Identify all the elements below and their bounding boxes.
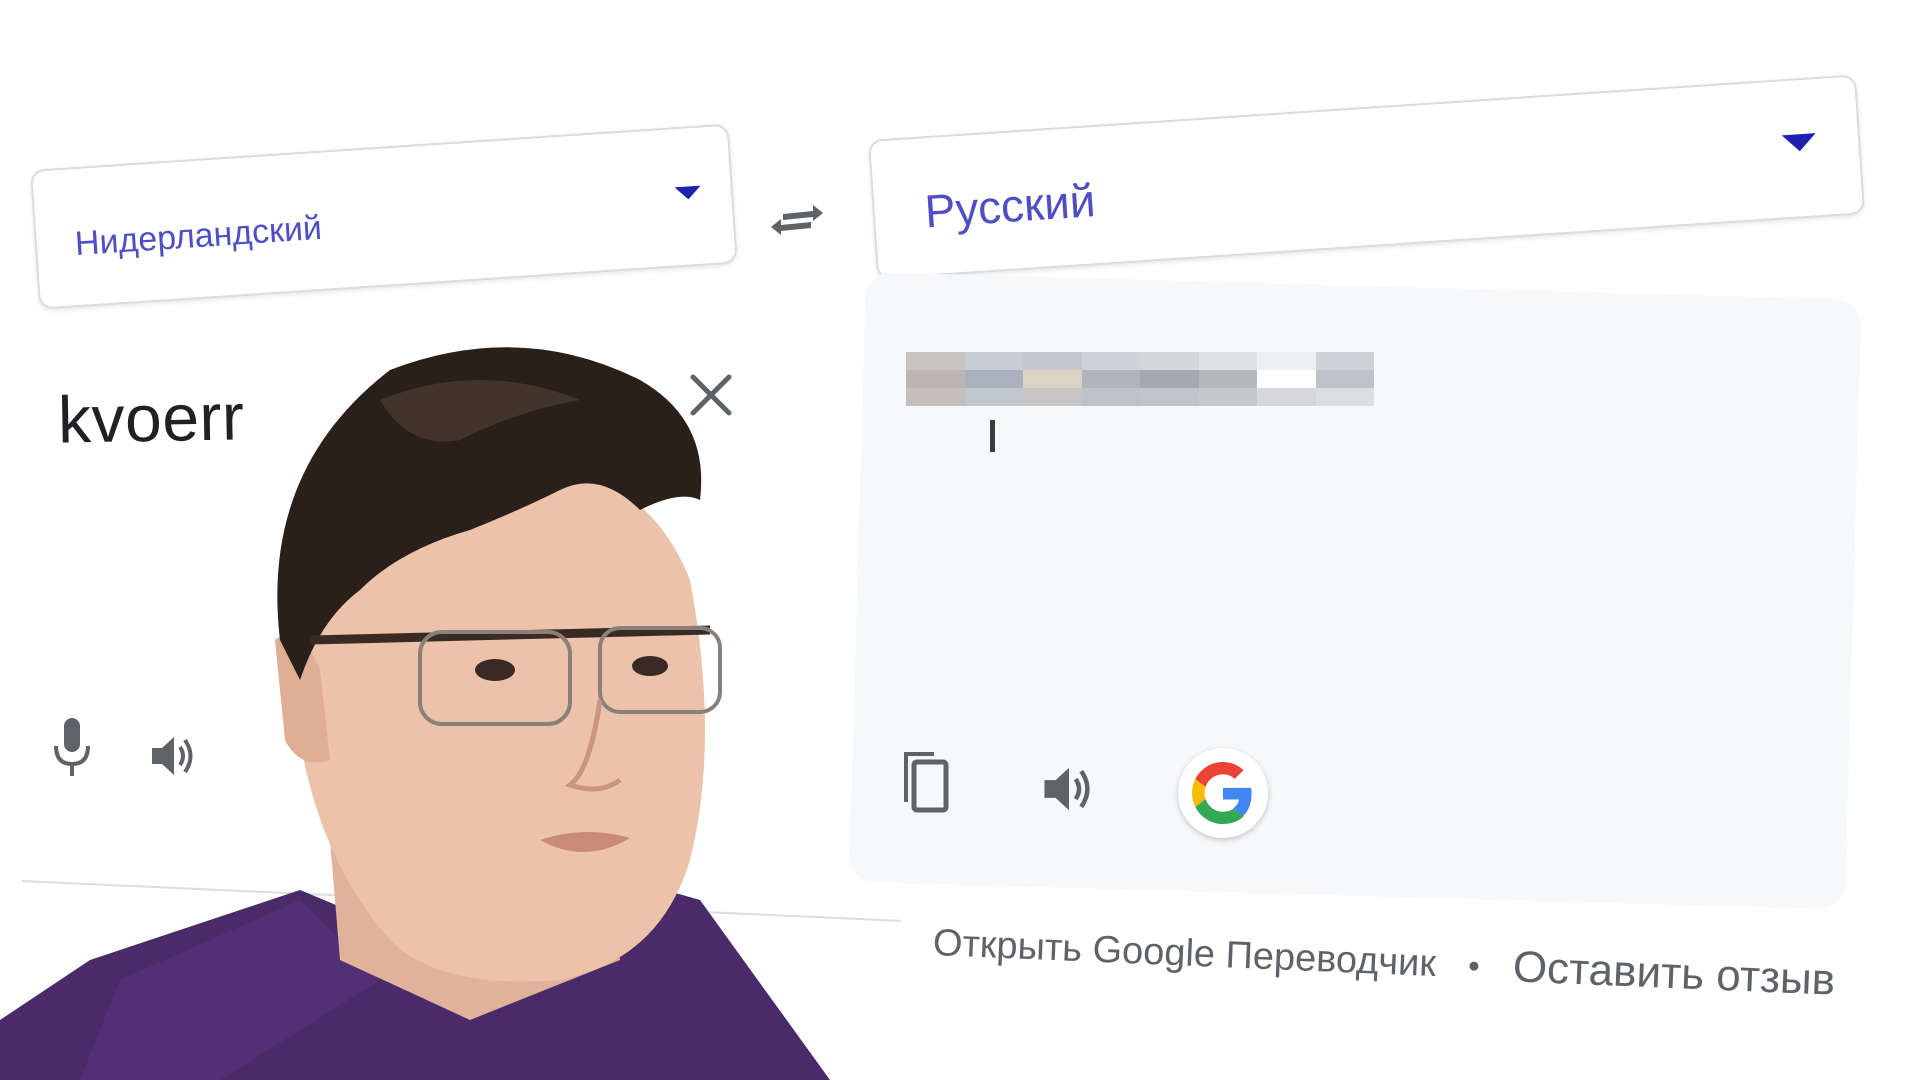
- source-language-label: Нидерландский: [73, 208, 323, 263]
- translator-widget: Нидерландский Русский kvoerr Открыть Goo…: [0, 0, 1920, 1080]
- copy-translation-button[interactable]: [898, 748, 952, 816]
- copy-icon: [904, 752, 949, 813]
- text-fragment: [990, 420, 995, 452]
- send-feedback-link[interactable]: Оставить отзыв: [1512, 942, 1836, 1005]
- footer-links: Открыть Google Переводчик Оставить отзыв: [932, 918, 1836, 1006]
- translation-output: [906, 352, 1374, 426]
- footer-separator-dot: [1469, 960, 1480, 971]
- speaker-icon: [1044, 767, 1090, 811]
- chevron-down-icon: [674, 185, 702, 201]
- swap-arrows-icon: [771, 205, 823, 235]
- webcam-person-overlay: [0, 347, 830, 1080]
- target-language-label: Русский: [923, 174, 1097, 238]
- chevron-down-icon: [1781, 133, 1817, 153]
- pixelated-translation: [906, 352, 1374, 406]
- open-google-translate-link[interactable]: Открыть Google Переводчик: [932, 921, 1437, 985]
- open-in-google-button[interactable]: [1178, 748, 1268, 838]
- source-language-select[interactable]: Нидерландский: [30, 123, 738, 310]
- translation-listen-button[interactable]: [1040, 760, 1098, 818]
- target-language-select[interactable]: Русский: [868, 74, 1866, 280]
- swap-languages-button[interactable]: [768, 188, 826, 246]
- google-logo-icon: [1192, 762, 1252, 824]
